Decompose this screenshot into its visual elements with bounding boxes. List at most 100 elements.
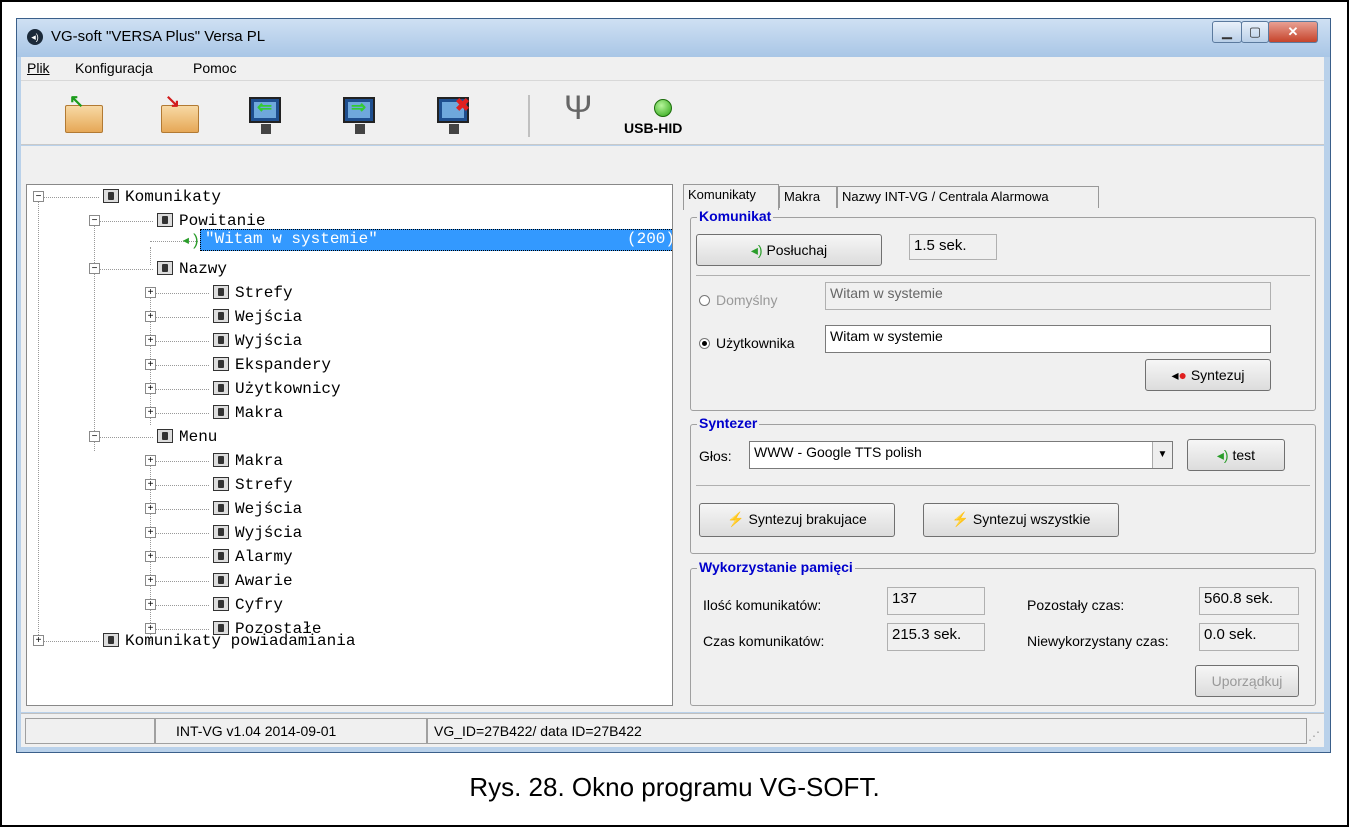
speaker-folder-icon [213, 549, 229, 563]
voice-label: Głos: [699, 448, 732, 464]
time-label: Czas komunikatów: [703, 633, 825, 649]
count-value: 137 [887, 587, 985, 615]
expand-icon[interactable]: + [145, 335, 156, 346]
expand-icon[interactable]: + [145, 599, 156, 610]
speaker-folder-icon [213, 309, 229, 323]
expand-icon[interactable]: + [145, 311, 156, 322]
unused-label: Niewykorzystany czas: [1027, 633, 1169, 649]
open-file-button[interactable]: ↖ [57, 91, 107, 139]
save-file-button[interactable]: ↘ [153, 91, 203, 139]
chevron-down-icon[interactable]: ▼ [1152, 442, 1172, 468]
tree-node-label: Awarie [235, 572, 293, 590]
time-value: 215.3 sek. [887, 623, 985, 651]
speaker-folder-icon [213, 621, 229, 635]
status-led-icon [654, 99, 672, 117]
status-cell-empty [25, 718, 155, 744]
status-bar: INT-VG v1.04 2014-09-01 VG_ID=27B422/ da… [21, 713, 1324, 747]
tree-node-label: Cyfry [235, 596, 284, 614]
main-area: − Komunikaty − Powitanie ◂) "Witam w sys… [21, 146, 1324, 712]
tab-nazwy[interactable]: Nazwy INT-VG / Centrala Alarmowa [837, 186, 1099, 208]
title-bar[interactable]: ◂) VG-soft "VERSA Plus" Versa PL ▁ ▢ ✕ [17, 19, 1330, 57]
menu-konfiguracja[interactable]: Konfiguracja [75, 60, 153, 76]
lightning-icon: ⚡ [727, 511, 745, 527]
listen-button[interactable]: ◂) Posłuchaj [696, 234, 882, 266]
minimize-button[interactable]: ▁ [1212, 21, 1242, 43]
expand-icon[interactable]: + [145, 359, 156, 370]
remaining-value: 560.8 sek. [1199, 587, 1299, 615]
user-radio[interactable]: Użytkownika [699, 335, 795, 351]
tab-makra[interactable]: Makra [779, 186, 837, 208]
syntezer-group: Syntezer Głos: WWW - Google TTS polish ▼… [690, 415, 1316, 554]
tree-node-label: Ekspandery [235, 356, 332, 374]
synth-all-button[interactable]: ⚡ Syntezuj wszystkie [923, 503, 1119, 537]
voice-select[interactable]: WWW - Google TTS polish ▼ [749, 441, 1173, 469]
group-title: Syntezer [697, 415, 760, 431]
default-radio: Domyślny [699, 292, 777, 308]
tree-node-label: Wejścia [235, 308, 303, 326]
default-text-field: Witam w systemie [825, 282, 1271, 310]
tree-node-label: Makra [235, 452, 284, 470]
synth-missing-button[interactable]: ⚡ Syntezuj brakujace [699, 503, 895, 537]
status-version: INT-VG v1.04 2014-09-01 [155, 718, 427, 744]
speaker-folder-icon [213, 477, 229, 491]
status-ids: VG_ID=27B422/ data ID=27B422 [427, 718, 1307, 744]
tree-node-label: Wyjścia [235, 524, 303, 542]
group-title: Komunikat [697, 208, 774, 224]
speaker-folder-icon [213, 597, 229, 611]
user-text-input[interactable]: Witam w systemie [825, 325, 1271, 353]
speaker-folder-icon [213, 285, 229, 299]
speaker-icon: ◂) [181, 232, 201, 250]
close-button[interactable]: ✕ [1268, 21, 1318, 43]
window-title: VG-soft "VERSA Plus" Versa PL [51, 28, 266, 45]
expand-icon[interactable]: + [145, 575, 156, 586]
expand-icon[interactable]: + [145, 623, 156, 634]
read-from-device-button[interactable]: ⇐ [243, 91, 293, 139]
menu-plik[interactable]: Plik [27, 60, 50, 76]
memory-group: Wykorzystanie pamięci Ilość komunikatów:… [690, 559, 1316, 706]
synthesize-button[interactable]: ◂● Syntezuj [1145, 359, 1271, 391]
toolbar: ↖ ↘ ⇐ ⇒ ✖ Ψ USB-HID [21, 81, 1324, 145]
test-button[interactable]: ◂) test [1187, 439, 1285, 471]
resize-grip-icon[interactable]: ⋰ [1308, 729, 1320, 743]
expand-icon[interactable]: + [145, 551, 156, 562]
expand-icon[interactable]: + [145, 527, 156, 538]
expand-icon[interactable]: + [145, 503, 156, 514]
expand-icon[interactable]: + [145, 455, 156, 466]
figure-frame: ◂) VG-soft "VERSA Plus" Versa PL ▁ ▢ ✕ P… [0, 0, 1349, 827]
speaker-folder-icon [213, 525, 229, 539]
tree-item-selected[interactable]: ◂) "Witam w systemie" (200) [181, 229, 672, 251]
menu-bar: Plik Konfiguracja Pomoc [21, 57, 1324, 81]
speaker-folder-icon [157, 429, 173, 443]
expand-icon[interactable]: + [145, 407, 156, 418]
reorganize-button[interactable]: Uporządkuj [1195, 665, 1299, 697]
duration-field: 1.5 sek. [909, 234, 997, 260]
disconnect-button[interactable]: ✖ [431, 91, 481, 139]
expand-icon[interactable]: + [145, 383, 156, 394]
write-to-device-button[interactable]: ⇒ [337, 91, 387, 139]
lightning-icon: ⚡ [951, 511, 970, 527]
expand-icon[interactable]: + [145, 479, 156, 490]
wrench-icon[interactable]: Ψ [564, 89, 592, 128]
count-label: Ilość komunikatów: [703, 597, 822, 613]
tree-node-label: Wyjścia [235, 332, 303, 350]
tab-komunikaty[interactable]: Komunikaty [683, 184, 779, 210]
expand-icon[interactable]: + [145, 287, 156, 298]
figure-caption: Rys. 28. Okno programu VG-SOFT. [469, 772, 880, 802]
menu-pomoc[interactable]: Pomoc [193, 60, 237, 76]
speaker-folder-icon [157, 261, 173, 275]
details-pane: Komunikaty Makra Nazwy INT-VG / Centrala… [683, 184, 1322, 706]
speaker-folder-icon [213, 405, 229, 419]
speaker-folder-icon [213, 501, 229, 515]
tree-node-label: Strefy [235, 284, 293, 302]
group-title: Wykorzystanie pamięci [697, 559, 855, 575]
speaker-folder-icon [157, 213, 173, 227]
maximize-button[interactable]: ▢ [1241, 21, 1269, 43]
speaker-record-icon: ◂● [1171, 367, 1187, 383]
remaining-label: Pozostały czas: [1027, 597, 1125, 613]
speaker-folder-icon [213, 333, 229, 347]
tree-node-label: Alarmy [235, 548, 293, 566]
message-tree[interactable]: − Komunikaty − Powitanie ◂) "Witam w sys… [26, 184, 673, 706]
komunikat-group: Komunikat ◂) Posłuchaj 1.5 sek. Domyślny… [690, 208, 1316, 411]
speaker-folder-icon [213, 357, 229, 371]
app-window: ◂) VG-soft "VERSA Plus" Versa PL ▁ ▢ ✕ P… [16, 18, 1331, 753]
